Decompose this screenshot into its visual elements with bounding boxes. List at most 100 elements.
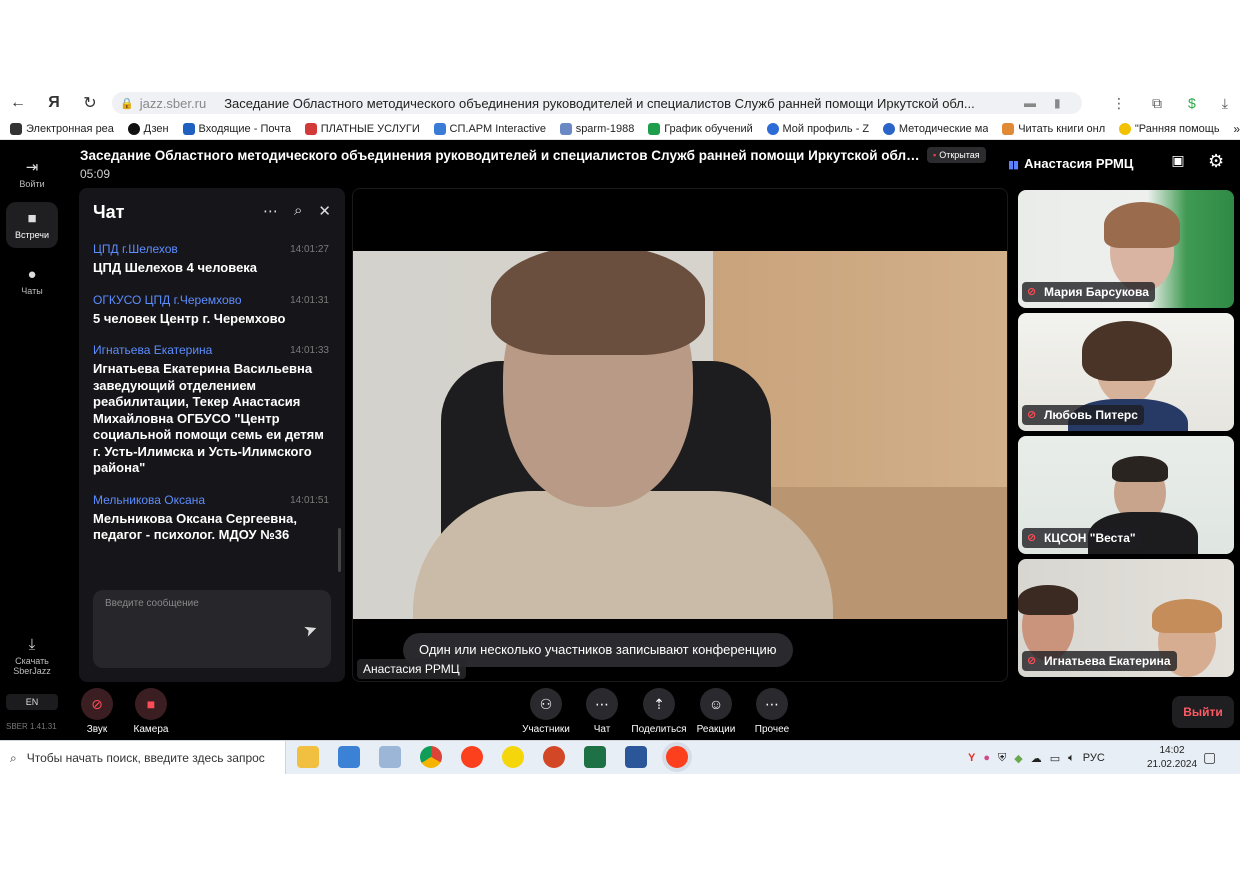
collections-icon[interactable]: ⧉ <box>1152 95 1162 112</box>
camera-blocked-icon[interactable]: ▬ <box>1024 92 1036 114</box>
bookmark-label: График обучений <box>664 122 753 135</box>
participant-tile[interactable]: ⊘ Любовь Питерс <box>1018 313 1234 431</box>
yandex-market-icon[interactable] <box>502 746 524 768</box>
bookmarks-more-icon[interactable]: » <box>1233 122 1240 136</box>
chat-panel: Чат ⋯ ⌕ ✕ ЦПД г.Шелехов 14:01:27 ЦПД Шеле… <box>79 188 345 682</box>
profile-card-icon[interactable]: ▣ <box>1168 152 1188 170</box>
meeting-status-label: Открытая <box>939 150 980 160</box>
word-icon[interactable] <box>625 746 647 768</box>
lock-open-icon: ▪ <box>933 150 937 160</box>
sound-button[interactable]: ⊘ Звук <box>67 688 127 735</box>
network-icon[interactable]: ▭ <box>1050 752 1060 765</box>
screen: ← Я ↻ 🔒 jazz.sber.ru Заседание Областног… <box>0 88 1240 774</box>
yandex-browser-icon[interactable] <box>666 746 688 768</box>
participant-name-tag: ⊘ Мария Барсукова <box>1022 282 1155 302</box>
rail-chats[interactable]: ● Чаты <box>6 266 58 296</box>
volume-icon[interactable]: 🔈︎ <box>1068 752 1075 765</box>
notepad-icon[interactable] <box>379 746 401 768</box>
audio-level-icon: ▮▮ <box>1008 159 1019 171</box>
bookmark-icon[interactable]: ▮ <box>1054 92 1061 114</box>
main-video: Один или несколько участников записывают… <box>352 188 1008 682</box>
chat-bubble-icon: ● <box>27 266 37 283</box>
file-explorer-icon[interactable] <box>297 746 319 768</box>
participant-tile[interactable]: ⊘ КЦСОН "Веста" <box>1018 436 1234 554</box>
tray-app-icon[interactable]: ● <box>983 752 990 764</box>
participants-button[interactable]: ⚇ Участники <box>516 688 576 735</box>
bookmark-favicon <box>433 122 446 135</box>
chat-messages: ЦПД г.Шелехов 14:01:27 ЦПД Шелехов 4 чело… <box>93 242 329 560</box>
page-title: Заседание Областного методического объед… <box>224 95 975 111</box>
share-button[interactable]: ⇡ Поделиться <box>629 688 689 735</box>
language-switch[interactable]: EN <box>6 694 58 710</box>
message-author: Мельникова Оксана <box>93 492 205 507</box>
chat-label: Чат <box>593 724 611 735</box>
speaker-figure <box>491 251 705 355</box>
search-icon[interactable]: ⌕ <box>294 202 302 220</box>
chat-title: Чат <box>93 202 125 222</box>
speaker-figure <box>413 491 833 619</box>
taskbar-search[interactable]: ⌕ Чтобы начать поиск, введите здесь запр… <box>0 741 286 774</box>
back-icon[interactable]: ← <box>0 88 36 118</box>
address-bar[interactable]: 🔒 jazz.sber.ru Заседание Областного мето… <box>112 92 1082 114</box>
chat-button[interactable]: ⋯ Чат <box>572 688 632 735</box>
participant-name-tag: ⊘ Любовь Питерс <box>1022 405 1144 425</box>
shield-icon[interactable]: ⛨ <box>998 752 1006 765</box>
more-button[interactable]: ⋯ Прочее <box>742 688 802 735</box>
bookmark-item[interactable]: Мой профиль - Z <box>766 122 869 135</box>
bookmark-label: СП.АРМ Interactive <box>449 122 546 135</box>
sberjazz-app: ⇥ Войти ■ Встречи ● Чаты ⤓ Скачать SberJ… <box>0 140 1240 740</box>
participant-tile[interactable]: ⊘ Мария Барсукова <box>1018 190 1234 308</box>
chat-message: ОГКУСО ЦПД г.Черемхово 14:01:31 5 человек… <box>93 293 329 328</box>
reactions-button[interactable]: ☺ Реакции <box>686 688 746 735</box>
chrome-icon[interactable] <box>420 746 442 768</box>
rail-download[interactable]: ⤓ Скачать SberJazz <box>6 636 58 676</box>
cloud-icon[interactable]: ☁ <box>1031 752 1042 765</box>
notifications-icon[interactable]: ▢ <box>1203 749 1216 766</box>
input-language[interactable]: РУС <box>1083 752 1105 764</box>
rail-meetings[interactable]: ■ Встречи <box>6 202 58 248</box>
bookmark-item[interactable]: "Ранняя помощь <box>1118 122 1219 135</box>
bookmark-item[interactable]: Читать книги онл <box>1002 122 1105 135</box>
participant-name: КЦСОН "Веста" <box>1044 531 1136 545</box>
bookmark-favicon <box>882 122 895 135</box>
bookmark-item[interactable]: Входящие - Почта <box>182 122 291 135</box>
bookmark-label: Электронная реа <box>26 122 114 135</box>
message-input[interactable]: Введите сообщение ➤ <box>93 590 331 668</box>
camera-button[interactable]: ■ Камера <box>121 688 181 735</box>
menu-dots-icon[interactable]: ⋮ <box>1112 95 1126 112</box>
participant-name: Мария Барсукова <box>1044 285 1149 299</box>
reload-icon[interactable]: ↻ <box>72 88 108 118</box>
bookmark-favicon <box>1118 122 1131 135</box>
bookmark-item[interactable]: СП.АРМ Interactive <box>433 122 546 135</box>
downloads-icon[interactable]: ⤓ <box>1222 95 1228 112</box>
clock[interactable]: 14:02 21.02.2024 <box>1142 744 1202 772</box>
powerpoint-icon[interactable] <box>543 746 565 768</box>
chat-scrollbar[interactable] <box>338 528 341 572</box>
bookmarks-bar: Электронная реа Дзен Входящие - Почта ПЛ… <box>0 118 1240 140</box>
rail-enter[interactable]: ⇥ Войти <box>6 158 58 189</box>
speaker-video-frame <box>353 251 1007 619</box>
taskbar-search-placeholder: Чтобы начать поиск, введите здесь запрос <box>26 751 265 765</box>
extension-icon[interactable]: $ <box>1188 95 1196 111</box>
share-screen-icon: ⇡ <box>643 688 675 720</box>
bookmark-item[interactable]: Электронная реа <box>10 122 114 135</box>
rail-meetings-label: Встречи <box>14 230 50 240</box>
participant-tile[interactable]: ⊘ Игнатьева Екатерина <box>1018 559 1234 677</box>
more-dots-icon[interactable]: ⋯ <box>263 202 278 220</box>
excel-icon[interactable] <box>584 746 606 768</box>
close-icon[interactable]: ✕ <box>318 202 331 220</box>
settings-gear-icon[interactable]: ⚙ <box>1208 151 1224 172</box>
current-user-name: Анастасия РРМЦ <box>1024 156 1134 171</box>
bookmark-item[interactable]: ПЛАТНЫЕ УСЛУГИ <box>304 122 420 135</box>
leave-button[interactable]: Выйти <box>1172 696 1234 728</box>
yandex-tray-icon[interactable]: Y <box>968 752 975 764</box>
store-icon[interactable] <box>338 746 360 768</box>
bookmark-item[interactable]: График обучений <box>648 122 753 135</box>
tray-app-icon[interactable]: ◆ <box>1014 752 1022 765</box>
bookmark-item[interactable]: Дзен <box>127 122 169 135</box>
send-icon[interactable]: ➤ <box>301 618 320 641</box>
bookmark-item[interactable]: Методические ма <box>882 122 988 135</box>
yandex-icon[interactable] <box>461 746 483 768</box>
bookmark-item[interactable]: sparm-1988 <box>559 122 634 135</box>
yandex-icon[interactable]: Я <box>36 88 72 118</box>
